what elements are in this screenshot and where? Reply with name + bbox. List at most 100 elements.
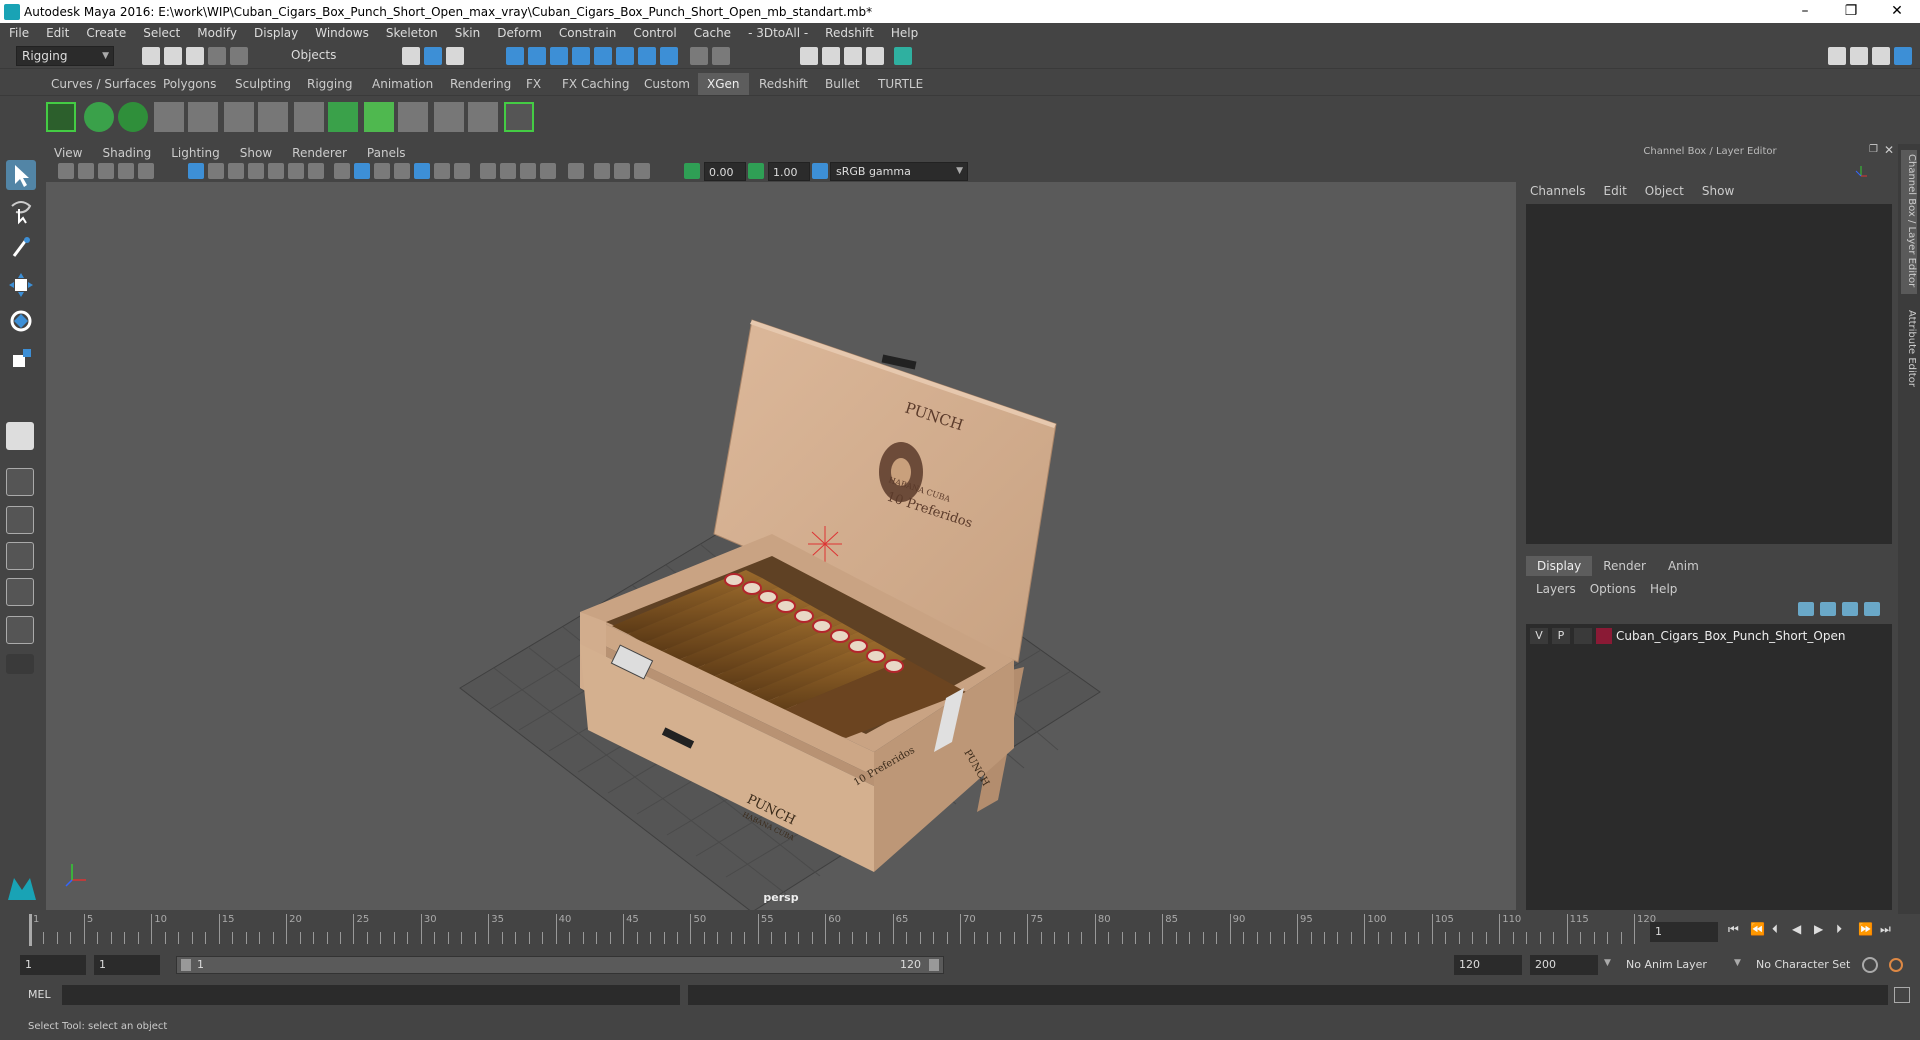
go-to-end-icon[interactable]: ⏭ [1880, 922, 1891, 937]
new-layer-icon[interactable] [1842, 602, 1858, 616]
four-view-layout-icon[interactable] [6, 468, 34, 496]
tab-curves-surfaces[interactable]: Curves / Surfaces [42, 73, 165, 95]
scale-tool-icon[interactable] [6, 344, 36, 374]
open-scene-icon[interactable] [164, 47, 182, 65]
menu-set-dropdown[interactable]: Rigging ▼ [16, 46, 114, 66]
move-layer-up-icon[interactable] [1798, 602, 1814, 616]
select-component-icon[interactable] [446, 47, 464, 65]
shadows-icon[interactable] [454, 163, 470, 179]
motion-blur-icon[interactable] [500, 163, 516, 179]
snap-projected-icon[interactable] [572, 47, 590, 65]
single-perspective-view-icon[interactable] [6, 422, 34, 450]
safe-action-icon[interactable] [288, 163, 304, 179]
vp-menu-panels[interactable]: Panels [357, 146, 416, 160]
vp-menu-renderer[interactable]: Renderer [282, 146, 357, 160]
xgen-place-guides-icon[interactable] [154, 102, 184, 132]
menu-edit[interactable]: Edit [37, 26, 77, 40]
menu-file[interactable]: File [0, 26, 37, 40]
workspace-icon[interactable] [1828, 47, 1846, 65]
bookmark-icon[interactable] [98, 163, 114, 179]
resolution-gate-icon[interactable] [228, 163, 244, 179]
go-to-start-icon[interactable]: ⏮ [1728, 922, 1739, 937]
xgen-clump-icon[interactable] [434, 102, 464, 132]
history-icon[interactable] [660, 47, 678, 65]
image-plane-icon[interactable] [118, 163, 134, 179]
gamma-icon[interactable] [748, 163, 764, 179]
float-panel-icon[interactable]: ❐ [1869, 144, 1878, 155]
cb-menu-object[interactable]: Object [1645, 184, 1684, 198]
xgen-grooming-icon[interactable] [328, 102, 358, 132]
layer-visibility-toggle[interactable]: V [1530, 628, 1548, 644]
range-start-handle[interactable] [181, 959, 191, 971]
character-set-dropdown[interactable]: No Character Set [1752, 955, 1862, 975]
tab-polygons[interactable]: Polygons [154, 73, 225, 95]
playback-end-field[interactable]: 120 [1454, 955, 1522, 975]
menu-modify[interactable]: Modify [188, 26, 245, 40]
persp-hypershade-layout-icon[interactable] [6, 616, 34, 644]
le-menu-layers[interactable]: Layers [1536, 582, 1576, 596]
tab-rendering[interactable]: Rendering [441, 73, 520, 95]
xgen-editor-icon[interactable] [46, 102, 76, 132]
play-backwards-icon[interactable]: ◀ [1792, 922, 1801, 936]
anti-aliasing-icon[interactable] [520, 163, 536, 179]
menu-create[interactable]: Create [77, 26, 134, 40]
minimize-button[interactable]: – [1782, 0, 1828, 23]
field-chart-icon[interactable] [268, 163, 284, 179]
move-layer-down-icon[interactable] [1820, 602, 1836, 616]
play-forwards-icon[interactable]: ▶ [1814, 922, 1823, 936]
tab-display[interactable]: Display [1526, 556, 1593, 576]
step-forward-key-icon[interactable]: ⏩ [1858, 922, 1873, 936]
range-bar[interactable]: 1 120 [176, 956, 944, 974]
xgen-cut-icon[interactable] [468, 102, 498, 132]
select-object-icon[interactable] [424, 47, 442, 65]
tab-custom[interactable]: Custom [635, 73, 699, 95]
menu-help[interactable]: Help [882, 26, 926, 40]
snap-grid-icon[interactable] [506, 47, 524, 65]
channel-box-area[interactable] [1526, 204, 1892, 544]
step-forward-frame-icon[interactable]: ⏵ [1836, 922, 1842, 937]
more-layouts-icon[interactable] [6, 654, 34, 674]
tab-fx-caching[interactable]: FX Caching [553, 73, 638, 95]
redo-icon[interactable] [230, 47, 248, 65]
exposure-field[interactable]: 0.00 [704, 162, 746, 181]
grid-toggle-icon[interactable] [188, 163, 204, 179]
render-settings-icon[interactable] [800, 47, 818, 65]
cb-menu-channels[interactable]: Channels [1530, 184, 1586, 198]
tab-channel-box-layer-editor[interactable]: Channel Box / Layer Editor [1901, 150, 1917, 294]
command-language-label[interactable]: MEL [28, 988, 51, 1001]
persp-outliner-layout-icon[interactable] [6, 542, 34, 570]
layer-row[interactable]: V P Cuban_Cigars_Box_Punch_Short_Open [1526, 626, 1892, 646]
vp-menu-lighting[interactable]: Lighting [161, 146, 230, 160]
layer-name[interactable]: Cuban_Cigars_Box_Punch_Short_Open [1616, 629, 1845, 643]
tab-redshift[interactable]: Redshift [750, 73, 817, 95]
toggle-panel-icon[interactable] [1850, 47, 1868, 65]
anim-layer-dropdown[interactable]: No Anim Layer [1622, 955, 1738, 975]
menu-redshift[interactable]: Redshift [816, 26, 882, 40]
command-input[interactable] [62, 985, 680, 1005]
layer-color-swatch[interactable] [1596, 628, 1612, 644]
use-all-lights-icon[interactable] [434, 163, 450, 179]
paint-select-tool-icon[interactable] [6, 232, 36, 262]
input-output-icon[interactable] [712, 47, 730, 65]
save-scene-icon[interactable] [186, 47, 204, 65]
menu-skeleton[interactable]: Skeleton [377, 26, 446, 40]
maximize-button[interactable]: ❐ [1828, 0, 1874, 23]
undo-icon[interactable] [208, 47, 226, 65]
depth-of-field-icon[interactable] [540, 163, 556, 179]
camera-attributes-icon[interactable] [78, 163, 94, 179]
make-live-icon[interactable] [638, 47, 656, 65]
script-editor-icon[interactable] [1894, 987, 1910, 1003]
select-tool-icon[interactable] [6, 160, 36, 190]
menu-windows[interactable]: Windows [306, 26, 377, 40]
textured-icon[interactable] [414, 163, 430, 179]
perspective-viewport[interactable]: PUNCH HABANA CUBA 10 Preferidos PUNCH HA… [46, 182, 1516, 910]
selection-mode-dropdown[interactable]: Objects [286, 46, 378, 66]
hypershade-icon[interactable] [894, 47, 912, 65]
lock-icon[interactable] [690, 47, 708, 65]
persp-graph-layout-icon[interactable] [6, 578, 34, 606]
render-current-frame-icon[interactable] [844, 47, 862, 65]
menu-select[interactable]: Select [134, 26, 188, 40]
menu-display[interactable]: Display [245, 26, 306, 40]
vp-menu-show[interactable]: Show [230, 146, 282, 160]
screen-space-ao-icon[interactable] [480, 163, 496, 179]
